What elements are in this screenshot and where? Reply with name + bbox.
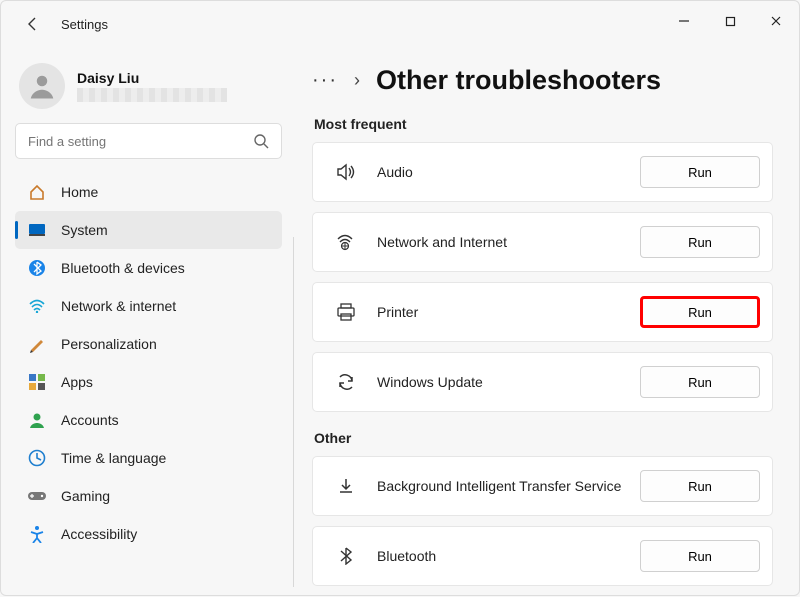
bluetooth-icon (333, 547, 359, 565)
page-title: Other troubleshooters (376, 65, 661, 96)
sidebar-item-gaming[interactable]: Gaming (15, 477, 282, 515)
accessibility-icon (27, 524, 47, 544)
sidebar-item-home[interactable]: Home (15, 173, 282, 211)
troubleshooter-label: Windows Update (377, 374, 640, 390)
sidebar-item-label: Time & language (61, 450, 166, 466)
sidebar-item-personalization[interactable]: Personalization (15, 325, 282, 363)
run-button-bluetooth[interactable]: Run (640, 540, 760, 572)
sidebar: Daisy Liu Home System Bluetooth & device… (1, 47, 296, 597)
audio-icon (333, 163, 359, 181)
chevron-right-icon: › (354, 70, 360, 91)
troubleshooter-label: Bluetooth (377, 548, 640, 564)
breadcrumb: ··· › Other troubleshooters (312, 65, 773, 96)
sidebar-item-label: System (61, 222, 108, 238)
sidebar-item-apps[interactable]: Apps (15, 363, 282, 401)
close-icon (770, 15, 782, 27)
download-icon (333, 477, 359, 495)
nav-list: Home System Bluetooth & devices Network … (15, 173, 282, 553)
bluetooth-icon (27, 258, 47, 278)
accounts-icon (27, 410, 47, 430)
close-button[interactable] (753, 1, 799, 41)
printer-icon (333, 303, 359, 321)
profile-name: Daisy Liu (77, 70, 227, 86)
wifi-globe-icon (333, 233, 359, 251)
search-input[interactable] (28, 134, 253, 149)
run-button-printer[interactable]: Run (640, 296, 760, 328)
avatar-icon (27, 71, 57, 101)
home-icon (27, 182, 47, 202)
time-language-icon (27, 448, 47, 468)
breadcrumb-more-icon[interactable]: ··· (312, 69, 338, 92)
back-button[interactable] (21, 12, 45, 36)
maximize-icon (725, 16, 736, 27)
maximize-button[interactable] (707, 1, 753, 41)
troubleshooter-bluetooth[interactable]: Bluetooth Run (312, 526, 773, 586)
sidebar-item-accounts[interactable]: Accounts (15, 401, 282, 439)
run-button-bits[interactable]: Run (640, 470, 760, 502)
section-header-other: Other (314, 430, 773, 446)
sidebar-item-time-language[interactable]: Time & language (15, 439, 282, 477)
window-title: Settings (61, 17, 108, 32)
back-arrow-icon (25, 16, 41, 32)
sidebar-item-label: Personalization (61, 336, 157, 352)
minimize-button[interactable] (661, 1, 707, 41)
avatar (19, 63, 65, 109)
sidebar-item-label: Bluetooth & devices (61, 260, 185, 276)
network-icon (27, 296, 47, 316)
minimize-icon (678, 15, 690, 27)
search-box[interactable] (15, 123, 282, 159)
sidebar-item-label: Apps (61, 374, 93, 390)
profile-block[interactable]: Daisy Liu (19, 63, 282, 109)
search-icon (253, 133, 269, 149)
personalization-icon (27, 334, 47, 354)
run-button-network[interactable]: Run (640, 226, 760, 258)
sidebar-item-label: Home (61, 184, 98, 200)
update-sync-icon (333, 373, 359, 391)
troubleshooter-label: Audio (377, 164, 640, 180)
sidebar-item-label: Gaming (61, 488, 110, 504)
sidebar-divider (293, 237, 294, 587)
sidebar-item-accessibility[interactable]: Accessibility (15, 515, 282, 553)
troubleshooter-bits[interactable]: Background Intelligent Transfer Service … (312, 456, 773, 516)
sidebar-item-label: Accounts (61, 412, 119, 428)
window-controls (661, 1, 799, 41)
run-button-audio[interactable]: Run (640, 156, 760, 188)
section-header-most-frequent: Most frequent (314, 116, 773, 132)
sidebar-item-bluetooth[interactable]: Bluetooth & devices (15, 249, 282, 287)
profile-subtext-redacted (77, 88, 227, 102)
troubleshooter-label: Printer (377, 304, 640, 320)
sidebar-item-network[interactable]: Network & internet (15, 287, 282, 325)
troubleshooter-audio[interactable]: Audio Run (312, 142, 773, 202)
troubleshooter-label: Network and Internet (377, 234, 640, 250)
sidebar-item-label: Accessibility (61, 526, 137, 542)
system-icon (27, 220, 47, 240)
sidebar-item-label: Network & internet (61, 298, 176, 314)
apps-icon (27, 372, 47, 392)
run-button-windows-update[interactable]: Run (640, 366, 760, 398)
troubleshooter-label: Background Intelligent Transfer Service (377, 478, 640, 494)
gaming-icon (27, 486, 47, 506)
main-content: ··· › Other troubleshooters Most frequen… (296, 47, 799, 597)
troubleshooter-printer[interactable]: Printer Run (312, 282, 773, 342)
sidebar-item-system[interactable]: System (15, 211, 282, 249)
troubleshooter-network[interactable]: Network and Internet Run (312, 212, 773, 272)
troubleshooter-windows-update[interactable]: Windows Update Run (312, 352, 773, 412)
